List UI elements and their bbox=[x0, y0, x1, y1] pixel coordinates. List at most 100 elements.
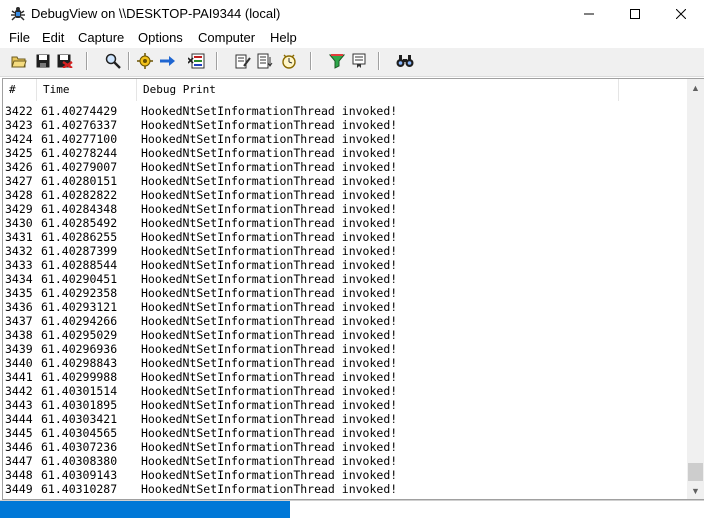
row-debug-print: HookedNtSetInformationThread invoked! bbox=[141, 314, 398, 328]
history-depth-icon[interactable] bbox=[256, 52, 274, 70]
menu-computer[interactable]: Computer bbox=[198, 30, 255, 45]
menu-edit[interactable]: Edit bbox=[42, 30, 64, 45]
row-debug-print: HookedNtSetInformationThread invoked! bbox=[141, 342, 398, 356]
toolbar-separator bbox=[128, 52, 130, 70]
autoscroll-icon[interactable] bbox=[158, 52, 176, 70]
row-debug-print: HookedNtSetInformationThread invoked! bbox=[141, 132, 398, 146]
taskbar-region bbox=[290, 501, 704, 518]
table-row[interactable]: 3445 61.40304565 HookedNtSetInformationThr… bbox=[3, 426, 687, 440]
table-row[interactable]: 3430 61.40285492 HookedNtSetInformationThr… bbox=[3, 216, 687, 230]
row-number: 3427 bbox=[5, 174, 33, 188]
row-time: 61.40295029 bbox=[41, 328, 118, 342]
row-time: 61.40298843 bbox=[41, 356, 118, 370]
menu-help[interactable]: Help bbox=[270, 30, 297, 45]
table-row[interactable]: 3437 61.40294266 HookedNtSetInformationThr… bbox=[3, 314, 687, 328]
row-debug-print: HookedNtSetInformationThread invoked! bbox=[141, 300, 398, 314]
menu-file[interactable]: File bbox=[9, 30, 30, 45]
menu-capture[interactable]: Capture bbox=[78, 30, 124, 45]
table-row[interactable]: 3447 61.40308380 HookedNtSetInformationThr… bbox=[3, 454, 687, 468]
table-row[interactable]: 3431 61.40286255 HookedNtSetInformationThr… bbox=[3, 230, 687, 244]
bookmark-icon[interactable] bbox=[350, 52, 368, 70]
scroll-down-arrow-icon[interactable]: ▼ bbox=[687, 482, 704, 499]
close-button[interactable] bbox=[658, 0, 704, 28]
table-row[interactable]: 3441 61.40299988 HookedNtSetInformationThr… bbox=[3, 370, 687, 384]
save-icon[interactable] bbox=[34, 52, 52, 70]
row-number: 3446 bbox=[5, 440, 33, 454]
row-number: 3425 bbox=[5, 146, 33, 160]
table-row[interactable]: 3438 61.40295029 HookedNtSetInformationThr… bbox=[3, 328, 687, 342]
column-header-number[interactable]: # bbox=[3, 79, 37, 101]
row-time: 61.40299988 bbox=[41, 370, 118, 384]
row-number: 3424 bbox=[5, 132, 33, 146]
capture-icon[interactable] bbox=[136, 52, 154, 70]
row-time: 61.40284348 bbox=[41, 202, 118, 216]
table-row[interactable]: 3424 61.40277100 HookedNtSetInformationThr… bbox=[3, 132, 687, 146]
row-debug-print: HookedNtSetInformationThread invoked! bbox=[141, 384, 398, 398]
highlight-filter-icon[interactable] bbox=[328, 52, 346, 70]
table-row[interactable]: 3423 61.40276337 HookedNtSetInformationThr… bbox=[3, 118, 687, 132]
row-time: 61.40280151 bbox=[41, 174, 118, 188]
row-debug-print: HookedNtSetInformationThread invoked! bbox=[141, 328, 398, 342]
find-next-icon[interactable] bbox=[396, 52, 414, 70]
maximize-icon bbox=[630, 9, 640, 19]
row-number: 3423 bbox=[5, 118, 33, 132]
table-row[interactable]: 3433 61.40288544 HookedNtSetInformationThr… bbox=[3, 258, 687, 272]
edit-filter-icon[interactable] bbox=[234, 52, 252, 70]
list-rows: 3422 61.40274429 HookedNtSetInformationThr… bbox=[3, 104, 687, 496]
row-time: 61.40286255 bbox=[41, 230, 118, 244]
log-to-file-icon[interactable] bbox=[56, 52, 74, 70]
table-row[interactable]: 3439 61.40296936 HookedNtSetInformationThr… bbox=[3, 342, 687, 356]
debug-output-list[interactable]: # Time Debug Print 3422 61.40274429 Hooked… bbox=[2, 78, 704, 500]
row-number: 3436 bbox=[5, 300, 33, 314]
row-time: 61.40309143 bbox=[41, 468, 118, 482]
scrollbar-thumb[interactable] bbox=[688, 463, 703, 481]
table-row[interactable]: 3432 61.40287399 HookedNtSetInformationThr… bbox=[3, 244, 687, 258]
row-debug-print: HookedNtSetInformationThread invoked! bbox=[141, 370, 398, 384]
close-icon bbox=[676, 9, 686, 19]
table-row[interactable]: 3426 61.40279007 HookedNtSetInformationThr… bbox=[3, 160, 687, 174]
clear-display-icon[interactable] bbox=[188, 52, 206, 70]
table-row[interactable]: 3446 61.40307236 HookedNtSetInformationThr… bbox=[3, 440, 687, 454]
row-time: 61.40294266 bbox=[41, 314, 118, 328]
table-row[interactable]: 3435 61.40292358 HookedNtSetInformationThr… bbox=[3, 286, 687, 300]
open-folder-icon[interactable] bbox=[10, 52, 28, 70]
table-row[interactable]: 3440 61.40298843 HookedNtSetInformationThr… bbox=[3, 356, 687, 370]
clock-time-icon[interactable] bbox=[280, 52, 298, 70]
table-row[interactable]: 3427 61.40280151 HookedNtSetInformationThr… bbox=[3, 174, 687, 188]
title-bar[interactable]: DebugView on \\DESKTOP-PAI9344 (local) bbox=[0, 0, 704, 28]
row-debug-print: HookedNtSetInformationThread invoked! bbox=[141, 216, 398, 230]
row-time: 61.40301514 bbox=[41, 384, 118, 398]
minimize-button[interactable] bbox=[566, 0, 612, 28]
row-debug-print: HookedNtSetInformationThread invoked! bbox=[141, 160, 398, 174]
table-row[interactable]: 3425 61.40278244 HookedNtSetInformationThr… bbox=[3, 146, 687, 160]
table-row[interactable]: 3422 61.40274429 HookedNtSetInformationThr… bbox=[3, 104, 687, 118]
table-row[interactable]: 3429 61.40284348 HookedNtSetInformationThr… bbox=[3, 202, 687, 216]
table-row[interactable]: 3443 61.40301895 HookedNtSetInformationThr… bbox=[3, 398, 687, 412]
row-number: 3431 bbox=[5, 230, 33, 244]
find-icon[interactable] bbox=[104, 52, 122, 70]
row-debug-print: HookedNtSetInformationThread invoked! bbox=[141, 398, 398, 412]
scroll-up-arrow-icon[interactable]: ▲ bbox=[687, 79, 704, 96]
table-row[interactable]: 3449 61.40310287 HookedNtSetInformationThr… bbox=[3, 482, 687, 496]
vertical-scrollbar[interactable]: ▲ ▼ bbox=[687, 79, 704, 499]
toolbar-separator bbox=[216, 52, 218, 70]
row-number: 3428 bbox=[5, 188, 33, 202]
row-number: 3440 bbox=[5, 356, 33, 370]
table-row[interactable]: 3444 61.40303421 HookedNtSetInformationThr… bbox=[3, 412, 687, 426]
row-time: 61.40278244 bbox=[41, 146, 118, 160]
table-row[interactable]: 3428 61.40282822 HookedNtSetInformationThr… bbox=[3, 188, 687, 202]
column-header-time[interactable]: Time bbox=[37, 79, 137, 101]
table-row[interactable]: 3436 61.40293121 HookedNtSetInformationThr… bbox=[3, 300, 687, 314]
menu-options[interactable]: Options bbox=[138, 30, 183, 45]
maximize-button[interactable] bbox=[612, 0, 658, 28]
table-row[interactable]: 3442 61.40301514 HookedNtSetInformationThr… bbox=[3, 384, 687, 398]
minimize-icon bbox=[584, 13, 594, 15]
column-header-debug-print[interactable]: Debug Print bbox=[137, 79, 619, 101]
row-debug-print: HookedNtSetInformationThread invoked! bbox=[141, 244, 398, 258]
row-time: 61.40293121 bbox=[41, 300, 118, 314]
toolbar bbox=[0, 48, 704, 77]
table-row[interactable]: 3448 61.40309143 HookedNtSetInformationThr… bbox=[3, 468, 687, 482]
toolbar-separator bbox=[378, 52, 380, 70]
table-row[interactable]: 3434 61.40290451 HookedNtSetInformationThr… bbox=[3, 272, 687, 286]
row-time: 61.40292358 bbox=[41, 286, 118, 300]
